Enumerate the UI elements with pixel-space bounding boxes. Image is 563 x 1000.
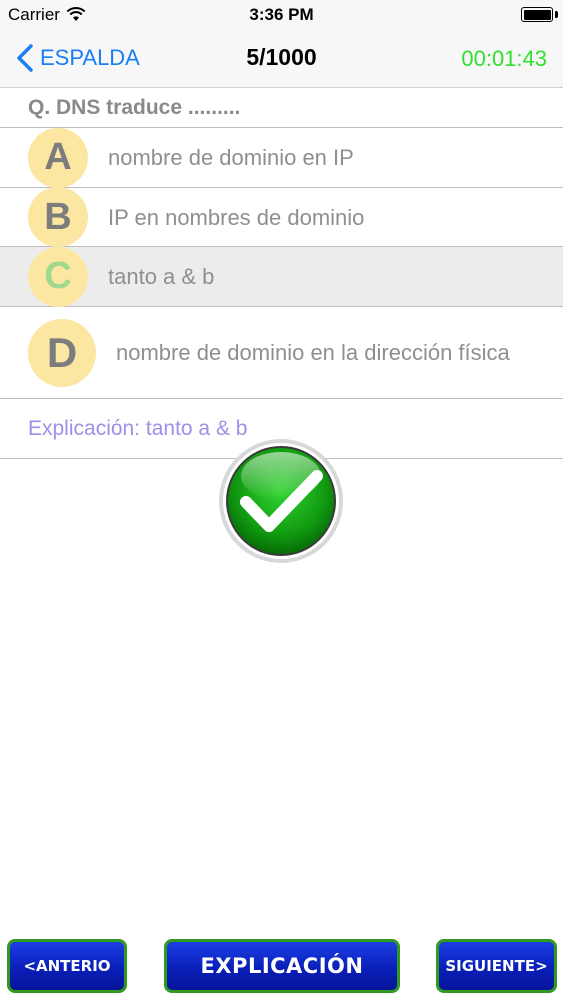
battery-tip [555,11,558,18]
option-text-b: IP en nombres de dominio [108,204,365,230]
status-bar: Carrier 3:36 PM [0,0,563,28]
back-button[interactable]: ESPALDA [14,42,140,74]
option-b[interactable]: B IP en nombres de dominio [0,187,563,247]
previous-button[interactable]: <ANTERIO [7,939,127,993]
option-a[interactable]: A nombre de dominio en IP [0,127,563,188]
status-time: 3:36 PM [249,5,314,24]
back-label: ESPALDA [40,45,140,70]
option-c[interactable]: C tanto a & b [0,246,563,307]
nav-bar: ESPALDA 5/1000 00:01:43 [0,28,563,88]
option-badge-d: D [28,318,96,387]
option-badge-c: C [28,246,88,307]
option-d[interactable]: D nombre de dominio en la dirección físi… [0,307,563,399]
next-button[interactable]: SIGUIENTE> [436,939,557,993]
option-text-a: nombre de dominio en IP [108,145,354,170]
option-text-c: tanto a & b [108,264,215,289]
question-text: Q. DNS traduce ......... [0,88,563,128]
option-badge-b: B [28,187,88,247]
timer: 00:01:43 [461,46,547,71]
chevron-left-icon [17,44,33,72]
option-badge-a: A [28,127,88,188]
battery-icon [521,7,553,22]
option-text-d: nombre de dominio en la dirección física [116,340,510,365]
explanation-button[interactable]: EXPLICACIÓN [164,939,400,993]
check-mark-icon [219,439,343,563]
